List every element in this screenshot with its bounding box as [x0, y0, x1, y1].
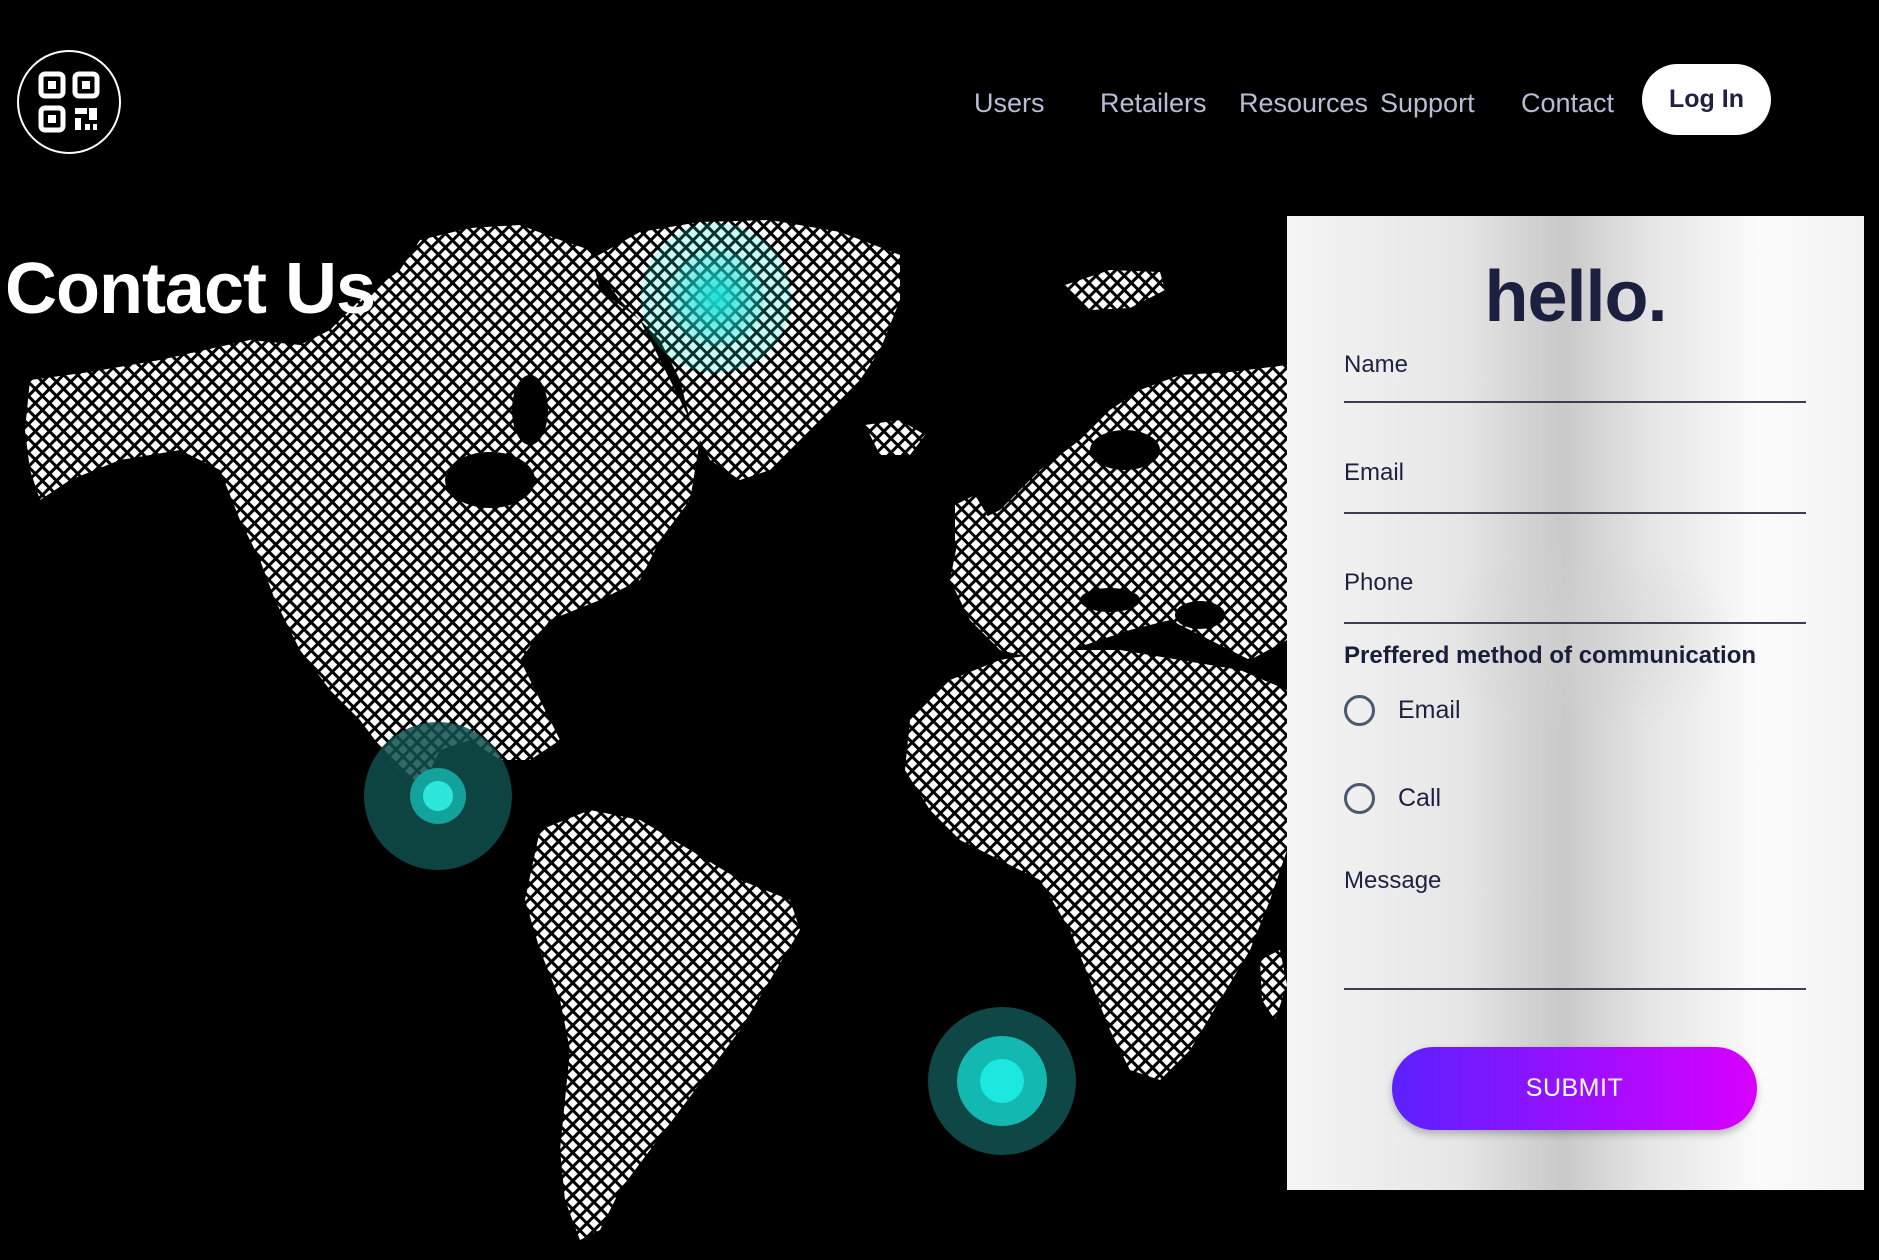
nav-resources[interactable]: Resources	[1239, 88, 1368, 119]
qr-code-glyph	[38, 71, 100, 133]
nav-support[interactable]: Support	[1380, 88, 1475, 119]
preference-label: Preffered method of communication	[1344, 642, 1757, 669]
continent-south-america	[525, 810, 800, 1240]
form-greeting: hello.	[1484, 257, 1667, 337]
nav-users[interactable]: Users	[974, 88, 1045, 119]
radio-email-circle[interactable]	[1344, 695, 1375, 726]
continent-eurasia	[950, 365, 1287, 660]
message-label: Message	[1344, 867, 1442, 894]
radio-call[interactable]: Call	[1344, 783, 1441, 814]
name-input[interactable]	[1344, 373, 1810, 403]
island-madagascar	[1260, 950, 1287, 1020]
nav-retailers[interactable]: Retailers	[1100, 88, 1207, 119]
island-uk	[955, 495, 990, 560]
message-field: Message	[1344, 867, 1810, 992]
submit-button[interactable]: SUBMIT	[1392, 1047, 1757, 1130]
map-marker-south-atlantic	[928, 1007, 1076, 1155]
map-marker-central-america	[364, 722, 512, 870]
island-iceland	[1065, 270, 1165, 310]
contact-form-card: hello. Name Email Phone Preffered method…	[1287, 216, 1864, 1190]
email-field: Email	[1344, 459, 1810, 517]
message-input[interactable]	[1344, 903, 1810, 987]
email-input[interactable]	[1344, 483, 1810, 513]
qr-code-icon[interactable]	[17, 50, 121, 154]
page-title: Contact Us	[5, 249, 376, 329]
phone-underline	[1344, 622, 1806, 624]
continent-africa	[905, 650, 1287, 1080]
login-button[interactable]: Log In	[1642, 64, 1771, 135]
nav-contact[interactable]: Contact	[1521, 88, 1614, 119]
island-svalbard	[865, 420, 925, 455]
name-field: Name	[1344, 351, 1810, 406]
message-underline	[1344, 988, 1806, 990]
radio-call-circle[interactable]	[1344, 783, 1375, 814]
phone-field: Phone	[1344, 569, 1810, 627]
radio-call-label: Call	[1398, 784, 1442, 812]
email-underline	[1344, 512, 1806, 514]
name-underline	[1344, 401, 1806, 403]
map-marker-north	[641, 223, 791, 373]
phone-input[interactable]	[1344, 593, 1810, 623]
radio-email[interactable]: Email	[1344, 695, 1461, 726]
radio-email-label: Email	[1398, 696, 1461, 724]
